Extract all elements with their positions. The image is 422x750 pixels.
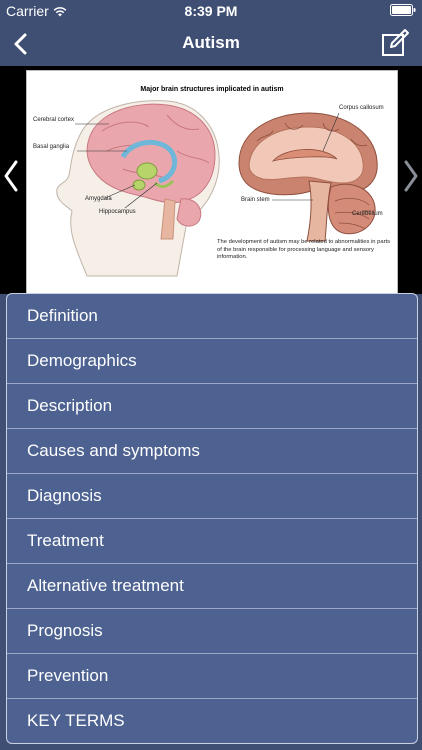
label-hippocampus: Hippocampus [99,209,136,215]
menu-item-causes-and-symptoms[interactable]: Causes and symptoms [7,429,417,474]
chevron-right-icon[interactable] [402,158,420,194]
image-viewer[interactable]: Major brain structures implicated in aut… [0,66,422,294]
status-right [390,4,416,16]
page-title: Autism [182,33,240,52]
chevron-left-icon[interactable] [2,158,20,194]
menu-item-diagnosis[interactable]: Diagnosis [7,474,417,519]
menu-item-treatment[interactable]: Treatment [7,519,417,564]
battery-icon [390,4,416,16]
figure-caption: The development of autism may be related… [217,239,391,261]
menu-item-key-terms[interactable]: KEY TERMS [7,699,417,743]
menu-item-description[interactable]: Description [7,384,417,429]
brain-figure: Major brain structures implicated in aut… [26,70,398,294]
section-menu: Definition Demographics Description Caus… [6,293,418,744]
status-bar: Carrier 8:39 PM [0,0,422,22]
edit-icon[interactable] [380,28,410,58]
label-corpus-callosum: Corpus callosum [339,105,384,111]
navigation-bar: Autism [0,22,422,66]
label-brain-stem: Brain stem [241,197,270,203]
menu-item-definition[interactable]: Definition [7,294,417,339]
label-cerebellum: Cerebellum [352,211,383,217]
label-amygdala: Amygdala [85,196,112,202]
status-time: 8:39 PM [184,3,238,19]
menu-item-demographics[interactable]: Demographics [7,339,417,384]
menu-item-alternative-treatment[interactable]: Alternative treatment [7,564,417,609]
menu-item-prognosis[interactable]: Prognosis [7,609,417,654]
menu-item-prevention[interactable]: Prevention [7,654,417,699]
label-basal-ganglia: Basal ganglia [33,144,70,150]
label-cerebral-cortex: Cerebral cortex [33,117,75,123]
